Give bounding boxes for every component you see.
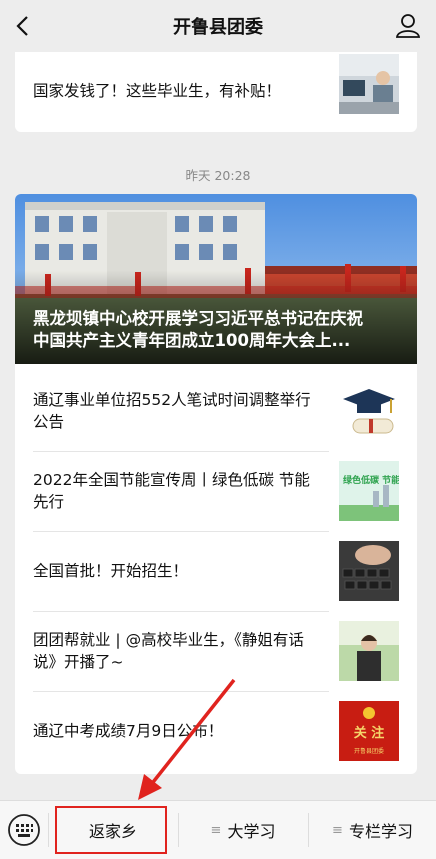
menu-label: 大学习 [227,822,276,841]
message-card: 黑龙坝镇中心校开展学习习近平总书记在庆祝 中国共产主义青年团成立100周年大会上… [15,194,417,774]
keyboard-icon[interactable] [6,812,42,848]
submenu-icon: ≡ [332,822,343,838]
annotation-highlight-box [55,806,167,854]
article-title: 通辽事业单位招552人笔试时间调整举行公告 [33,391,311,431]
article-title: 全国首批！开始招生！ [33,562,189,580]
follow-badge-thumbnail: 关 注 开鲁县团委 [339,701,399,761]
article-title: 2022年全国节能宣传周丨绿色低碳 节能先行 [33,471,310,511]
follow-subtext: 开鲁县团委 [354,747,384,755]
list-item[interactable]: 团团帮就业 | @高校毕业生，《静姐有话说》开播了~ [15,612,417,690]
article-title: 通辽中考成绩7月9日公布！ [33,722,224,740]
user-profile-icon[interactable] [392,10,424,42]
article-title: 团团帮就业 | @高校毕业生，《静姐有话说》开播了~ [33,631,304,671]
timestamp: 昨天 20:28 [185,168,251,183]
menu-item-daxuexi[interactable]: ≡ 大学习 [179,801,307,859]
list-item[interactable]: 通辽事业单位招552人笔试时间调整举行公告 [15,372,417,450]
submenu-icon: ≡ [210,822,222,838]
list-item[interactable]: 国家发钱了！这些毕业生，有补贴！ [15,52,417,130]
green-banner-text: 绿色低碳 节能先行 [343,474,399,486]
hero-title-line1: 黑龙坝镇中心校开展学习习近平总书记在庆祝 [33,309,363,328]
menu-label: 专栏学习 [348,822,413,841]
office-photo-thumbnail [339,54,399,114]
graduation-cap-thumbnail [339,381,399,441]
speaker-photo-thumbnail [339,621,399,681]
previous-message-card: 国家发钱了！这些毕业生，有补贴！ [15,52,417,132]
top-bar: 开鲁县团委 [0,0,436,52]
hero-title-line2: 中国共产主义青年团成立100周年大会上... [33,331,351,350]
list-item[interactable]: 通辽中考成绩7月9日公布！ 关 注 开鲁县团委 [15,692,417,770]
hero-article[interactable]: 黑龙坝镇中心校开展学习习近平总书记在庆祝 中国共产主义青年团成立100周年大会上… [15,194,417,364]
list-item[interactable]: 2022年全国节能宣传周丨绿色低碳 节能先行 绿色低碳 节能先行 [15,452,417,530]
article-title: 国家发钱了！这些毕业生，有补贴！ [33,82,282,100]
keyboard-typing-thumbnail [339,541,399,601]
back-arrow-icon[interactable] [8,10,40,42]
list-item[interactable]: 全国首批！开始招生！ [15,532,417,610]
menu-item-zhuanlan[interactable]: ≡ 专栏学习 [309,801,436,859]
hero-title: 黑龙坝镇中心校开展学习习近平总书记在庆祝 中国共产主义青年团成立100周年大会上… [33,308,405,352]
page-title: 开鲁县团委 [173,17,263,38]
follow-text: 关 注 [354,725,385,741]
green-energy-thumbnail: 绿色低碳 节能先行 [339,461,399,521]
